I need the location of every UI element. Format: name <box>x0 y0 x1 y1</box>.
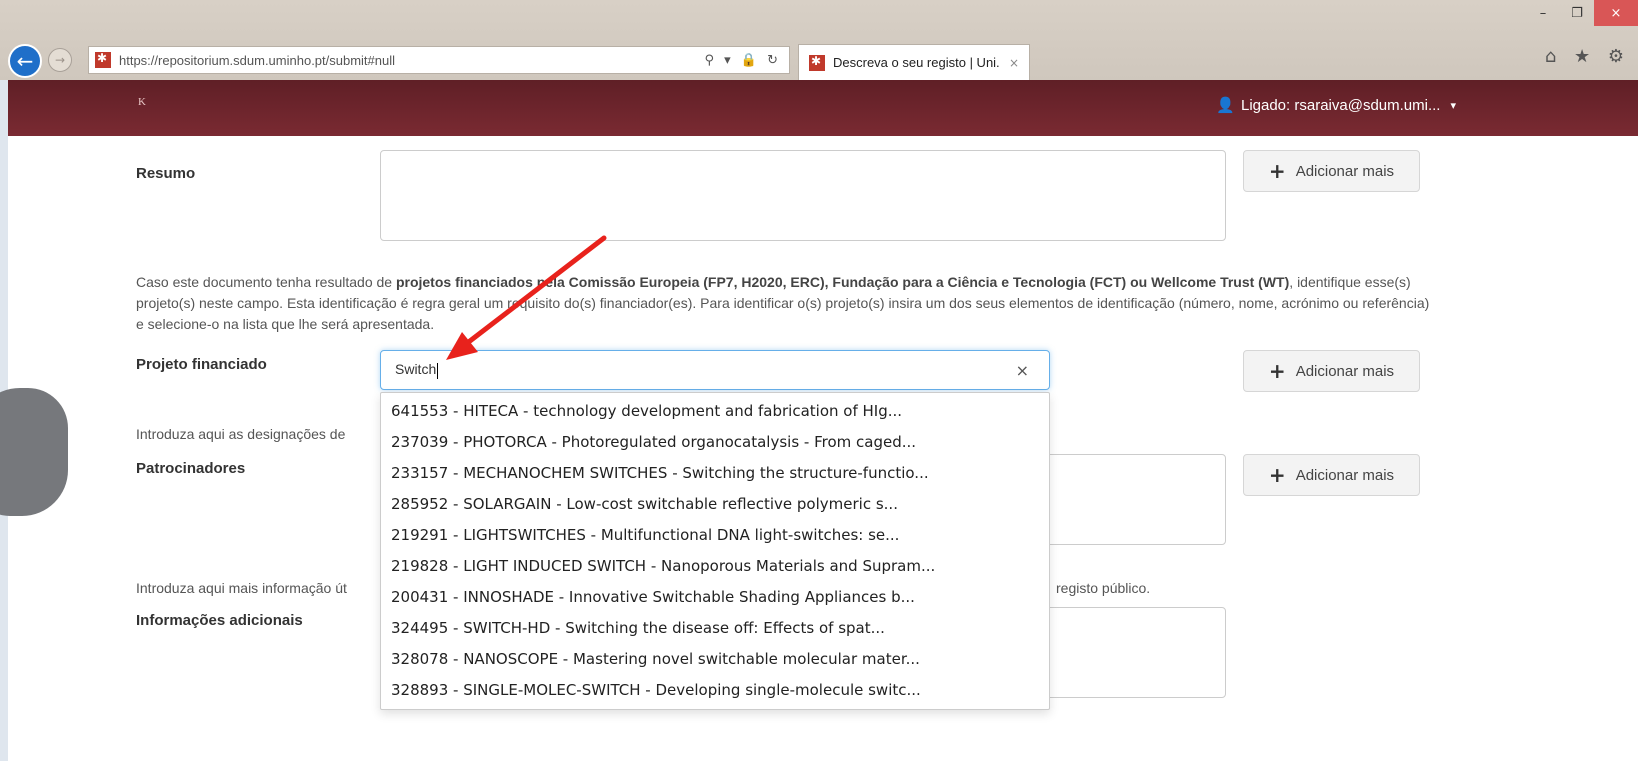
clear-icon[interactable]: × <box>1016 361 1049 380</box>
overlay-blob <box>0 388 68 516</box>
add-more-label: Adicionar mais <box>1295 466 1395 484</box>
suggestion-item[interactable]: 328893 - SINGLE-MOLEC-SWITCH - Developin… <box>381 675 1049 706</box>
project-label: Projeto financiado <box>136 356 267 373</box>
restore-button[interactable]: ❐ <box>1560 0 1594 26</box>
suggestion-item[interactable]: 219291 - LIGHTSWITCHES - Multifunctional… <box>381 520 1049 551</box>
project-help-text: Caso este documento tenha resultado de p… <box>136 274 1430 332</box>
tab-favicon-icon <box>809 54 825 71</box>
toolbar-icons[interactable]: ⌂ ★ ⚙ <box>1545 46 1630 67</box>
site-header: K 👤 Ligado: rsaraiva@sdum.umi... ▾ <box>8 80 1638 136</box>
resumo-label: Resumo <box>136 165 196 182</box>
forward-button[interactable]: → <box>48 48 72 72</box>
back-button[interactable]: ← <box>8 44 42 78</box>
project-help-start: Caso este documento tenha resultado de <box>136 274 396 290</box>
suggestion-item[interactable]: 328078 - NANOSCOPE - Mastering novel swi… <box>381 644 1049 675</box>
project-search-input[interactable]: Switch × <box>380 350 1050 390</box>
address-bar[interactable]: https://repositorium.sdum.uminho.pt/subm… <box>88 46 790 74</box>
sponsors-help-text: Introduza aqui as designações de <box>136 426 346 442</box>
plus-icon: + <box>1268 463 1286 487</box>
address-tools-icons[interactable]: ⚲ ▾ 🔒 ↻ <box>704 53 789 68</box>
suggestion-item[interactable]: 641553 - HITECA - technology development… <box>381 396 1049 427</box>
user-menu[interactable]: 👤 Ligado: rsaraiva@sdum.umi... ▾ <box>1216 96 1456 114</box>
user-icon: 👤 <box>1216 96 1235 114</box>
plus-icon: + <box>1268 159 1286 183</box>
site-favicon-icon <box>95 51 111 68</box>
project-help-bold: projetos financiados pela Comissão Europ… <box>395 274 1290 290</box>
suggestion-item[interactable]: 324495 - SWITCH-HD - Switching the disea… <box>381 613 1049 644</box>
url-text: https://repositorium.sdum.uminho.pt/subm… <box>119 52 396 68</box>
suggestion-item[interactable]: 200431 - INNOSHADE - Innovative Switchab… <box>381 582 1049 613</box>
add-more-sponsors-button[interactable]: + Adicionar mais <box>1243 454 1420 496</box>
forward-arrow-icon: → <box>54 53 66 67</box>
add-more-label: Adicionar mais <box>1295 362 1395 380</box>
browser-tab[interactable]: Descreva o seu registo | Uni... × <box>798 44 1030 80</box>
suggestion-item[interactable]: 219828 - LIGHT INDUCED SWITCH - Nanoporo… <box>381 551 1049 582</box>
close-window-button[interactable]: × <box>1594 0 1638 26</box>
plus-icon: + <box>1268 359 1286 383</box>
resumo-textarea[interactable] <box>380 150 1226 241</box>
back-arrow-icon: ← <box>16 49 34 73</box>
site-logo[interactable]: K <box>138 96 164 118</box>
info-help-text-start: Introduza aqui mais informação út <box>136 580 347 596</box>
suggestion-item[interactable]: 285952 - SOLARGAIN - Low-cost switchable… <box>381 489 1049 520</box>
user-label: Ligado: rsaraiva@sdum.umi... <box>1240 96 1441 114</box>
project-suggestions-dropdown: 641553 - HITECA - technology development… <box>380 392 1050 710</box>
tab-close-icon[interactable]: × <box>999 56 1029 70</box>
info-help-text-end: registo público. <box>1056 580 1151 596</box>
add-more-label: Adicionar mais <box>1295 162 1395 180</box>
add-more-project-button[interactable]: + Adicionar mais <box>1243 350 1420 392</box>
tab-title: Descreva o seu registo | Uni... <box>833 55 999 70</box>
suggestion-item[interactable]: 233157 - MECHANOCHEM SWITCHES - Switchin… <box>381 458 1049 489</box>
info-label: Informações adicionais <box>136 612 303 629</box>
project-search-value: Switch <box>381 361 1016 378</box>
sponsors-label: Patrocinadores <box>136 460 246 477</box>
chevron-down-icon: ▾ <box>1450 98 1456 112</box>
add-more-resumo-button[interactable]: + Adicionar mais <box>1243 150 1420 192</box>
browser-chrome: – ❐ × ← → https://repositorium.sdum.umin… <box>0 0 1638 80</box>
minimize-button[interactable]: – <box>1526 0 1560 26</box>
window-controls: – ❐ × <box>1526 0 1638 30</box>
suggestion-item[interactable]: 237039 - PHOTORCA - Photoregulated organ… <box>381 427 1049 458</box>
